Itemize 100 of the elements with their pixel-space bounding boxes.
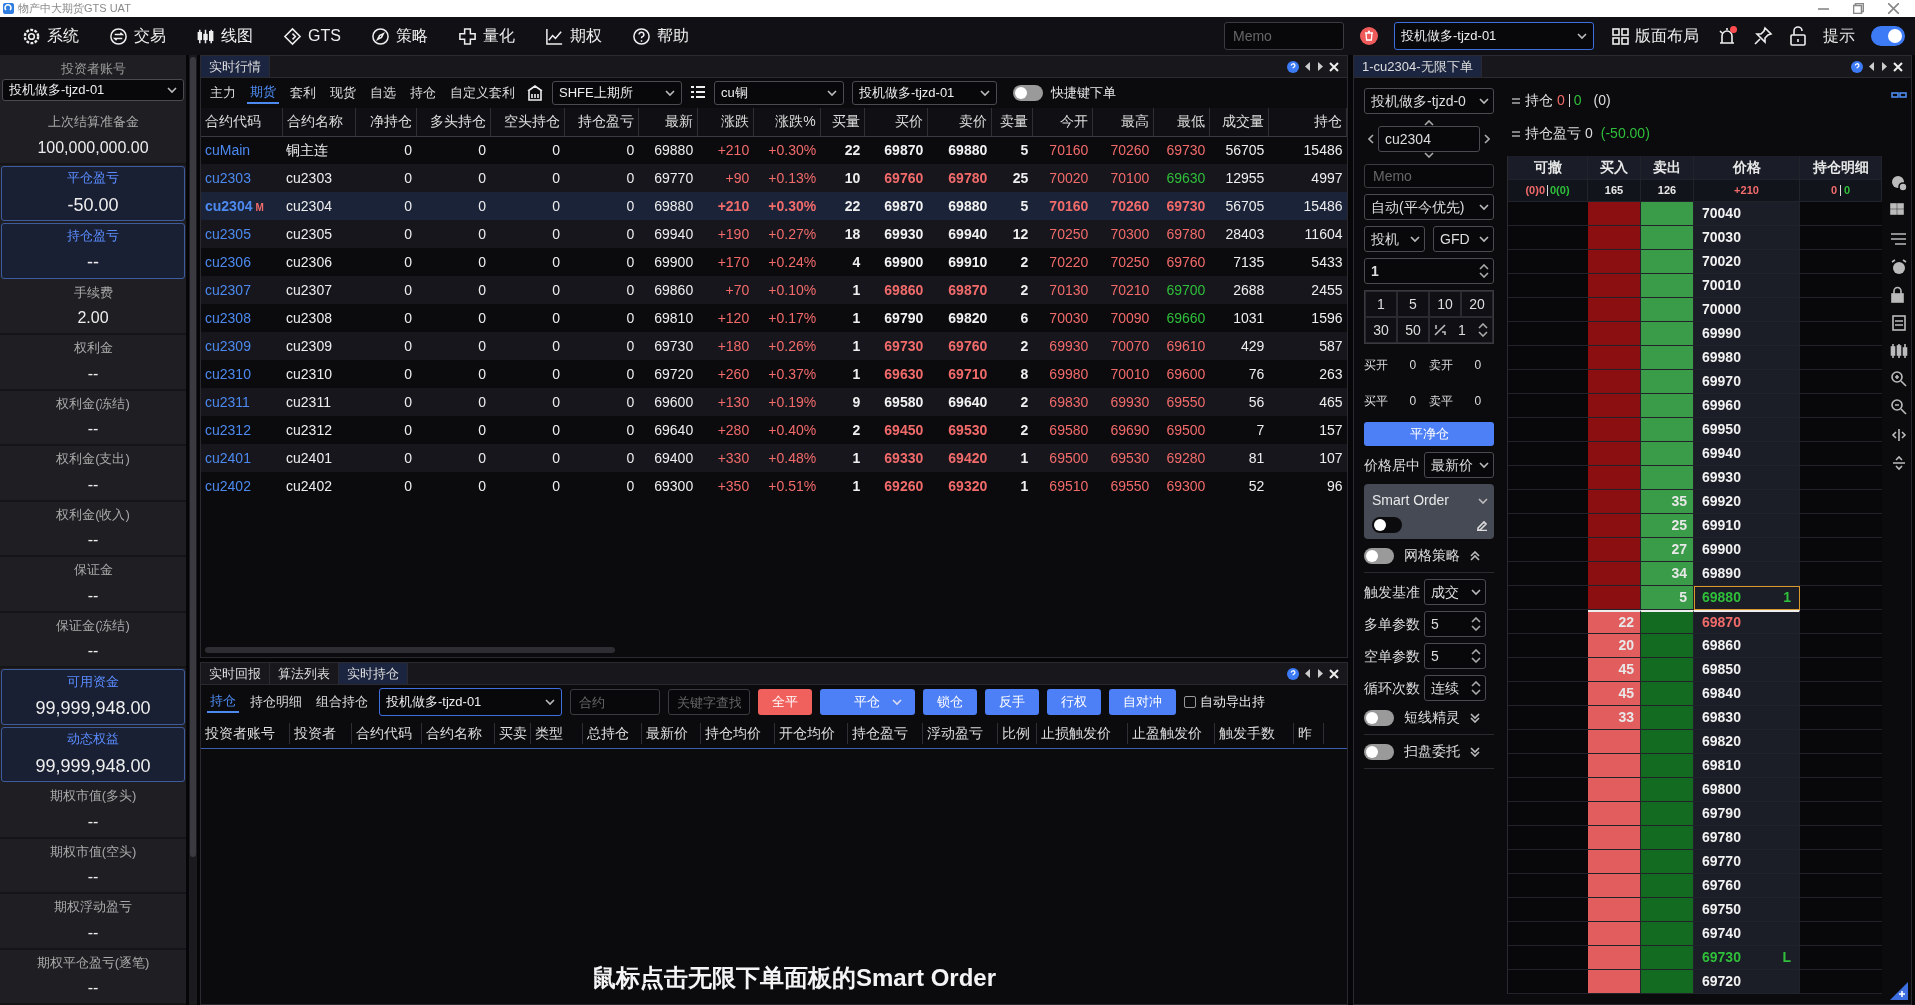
pin-icon[interactable] <box>1753 26 1773 46</box>
buy-cell[interactable] <box>1588 970 1641 994</box>
param-field[interactable]: 5 <box>1424 611 1486 637</box>
sell-cell[interactable] <box>1641 322 1694 346</box>
hint-toggle[interactable] <box>1871 26 1905 46</box>
edit-icon[interactable] <box>1476 519 1488 531</box>
price-cell[interactable]: 69910 <box>1694 514 1800 538</box>
buy-cell[interactable] <box>1588 418 1641 442</box>
quantity-preset-button[interactable]: 5 <box>1397 291 1429 317</box>
sell-cell[interactable] <box>1641 250 1694 274</box>
action-button[interactable]: 自对冲 <box>1109 689 1176 715</box>
column-header[interactable]: 投资者账号 <box>201 723 290 744</box>
account-select[interactable]: 投机做多-tjzd-01 <box>852 81 997 105</box>
sell-cell[interactable] <box>1641 730 1694 754</box>
scrollbar[interactable] <box>190 57 196 857</box>
category-tab[interactable]: 套利 <box>287 83 319 103</box>
flatten-button[interactable]: 平净仓 <box>1364 422 1494 446</box>
chevron-up-icon[interactable] <box>1470 550 1480 561</box>
zoom-out-icon[interactable] <box>1889 398 1908 416</box>
price-cell[interactable]: 69800 <box>1694 778 1800 802</box>
spin-arrows-icon[interactable] <box>1471 649 1481 663</box>
chevron-down-icon[interactable] <box>1470 746 1480 757</box>
price-cell[interactable]: 69830 <box>1694 706 1800 730</box>
price-cell[interactable]: 69920 <box>1694 490 1800 514</box>
sell-cell[interactable] <box>1641 634 1694 658</box>
param-select[interactable]: 成交 <box>1424 579 1486 605</box>
sell-cell[interactable] <box>1641 802 1694 826</box>
column-header[interactable]: 昨 <box>1294 723 1324 744</box>
contract-code[interactable]: cu2312 <box>205 421 251 438</box>
price-cell[interactable]: 69870 <box>1694 610 1800 634</box>
add-corner-icon[interactable] <box>1889 982 1908 1000</box>
smart-order-toggle[interactable] <box>1372 517 1402 533</box>
help-icon[interactable] <box>1851 60 1863 73</box>
column-header[interactable]: 最低 <box>1153 108 1210 136</box>
price-cell[interactable]: 69960 <box>1694 394 1800 418</box>
spin-arrows-icon[interactable] <box>1471 681 1481 695</box>
sell-cell[interactable] <box>1641 778 1694 802</box>
left-arrow-icon[interactable] <box>1305 62 1311 71</box>
buy-cell[interactable] <box>1588 322 1641 346</box>
contract-code[interactable]: cu2304 <box>205 197 253 214</box>
column-header[interactable]: 买卖 <box>495 723 531 744</box>
spin-arrows-icon[interactable] <box>1478 323 1488 337</box>
price-cell[interactable]: 69760 <box>1694 874 1800 898</box>
sell-cell[interactable] <box>1641 418 1694 442</box>
sell-cell[interactable] <box>1641 370 1694 394</box>
buy-cell[interactable] <box>1588 370 1641 394</box>
column-header[interactable]: 持仓 <box>1268 108 1347 136</box>
column-header[interactable]: 投资者 <box>290 723 352 744</box>
horizontal-arrows-icon[interactable] <box>1889 426 1908 444</box>
sell-cell[interactable] <box>1641 466 1694 490</box>
category-tab[interactable]: 自选 <box>367 83 399 103</box>
price-cell[interactable]: 69940 <box>1694 442 1800 466</box>
category-tab[interactable]: 持仓 <box>407 83 439 103</box>
category-tab[interactable]: 期货 <box>247 82 279 104</box>
subtab[interactable]: 组合持仓 <box>313 692 371 712</box>
price-cell[interactable]: 69980 <box>1694 346 1800 370</box>
export-checkbox[interactable] <box>1184 696 1196 708</box>
account-select[interactable]: 投机做多-tjzd-01 <box>379 688 562 716</box>
column-header[interactable]: 浮动盈亏 <box>923 723 998 744</box>
spin-arrows-icon[interactable] <box>1479 264 1489 278</box>
quantity-preset-button[interactable]: 20 <box>1461 291 1493 317</box>
buy-cell[interactable] <box>1588 586 1641 610</box>
sell-cell[interactable] <box>1641 442 1694 466</box>
price-cell[interactable]: 69740 <box>1694 922 1800 946</box>
buy-cell[interactable] <box>1588 514 1641 538</box>
price-cell[interactable]: 70040 <box>1694 202 1800 226</box>
action-button[interactable]: 平仓 <box>820 689 915 715</box>
column-header[interactable]: 持仓盈亏 <box>848 723 923 744</box>
help-icon[interactable] <box>1287 60 1299 73</box>
buy-cell[interactable] <box>1588 226 1641 250</box>
sell-cell[interactable] <box>1641 202 1694 226</box>
price-cell[interactable]: 69750 <box>1694 898 1800 922</box>
unlock-icon[interactable] <box>1789 26 1807 46</box>
sell-cell[interactable] <box>1641 394 1694 418</box>
quantity-preset-button[interactable]: 30 <box>1365 317 1397 343</box>
delete-icon[interactable] <box>1360 27 1378 45</box>
ladder-column-header[interactable]: 卖出 <box>1641 156 1694 180</box>
panel-tab[interactable]: 1-cu2304-无限下单 <box>1354 56 1482 77</box>
column-header[interactable]: 持仓均价 <box>701 723 775 744</box>
multiplier-field[interactable]: 1 <box>1429 317 1493 343</box>
menu-item[interactable]: 帮助 <box>629 22 691 50</box>
sell-cell[interactable] <box>1641 682 1694 706</box>
buy-cell[interactable] <box>1588 250 1641 274</box>
account-select[interactable]: 投机做多-tjzd-01 <box>1394 22 1594 50</box>
buy-cell[interactable] <box>1588 898 1641 922</box>
alarm-clock-icon[interactable] <box>1889 258 1908 276</box>
chevron-down-icon[interactable] <box>1470 712 1480 723</box>
sell-cell[interactable] <box>1641 346 1694 370</box>
param-field[interactable]: 连续 <box>1424 675 1486 701</box>
menu-item[interactable]: 策略 <box>368 22 430 50</box>
quantity-preset-button[interactable]: 10 <box>1429 291 1461 317</box>
quantity-preset-button[interactable]: 50 <box>1397 317 1429 343</box>
menu-item[interactable]: 线图 <box>194 22 255 50</box>
sell-cell[interactable] <box>1641 226 1694 250</box>
column-header[interactable]: 涨跌% <box>753 108 821 136</box>
column-header[interactable]: 卖量 <box>991 108 1033 136</box>
panel-tab[interactable]: 实时行情 <box>201 56 270 77</box>
column-header[interactable]: 触发手数 <box>1215 723 1294 744</box>
sell-cell[interactable] <box>1641 898 1694 922</box>
right-arrow-icon[interactable] <box>1881 62 1887 71</box>
